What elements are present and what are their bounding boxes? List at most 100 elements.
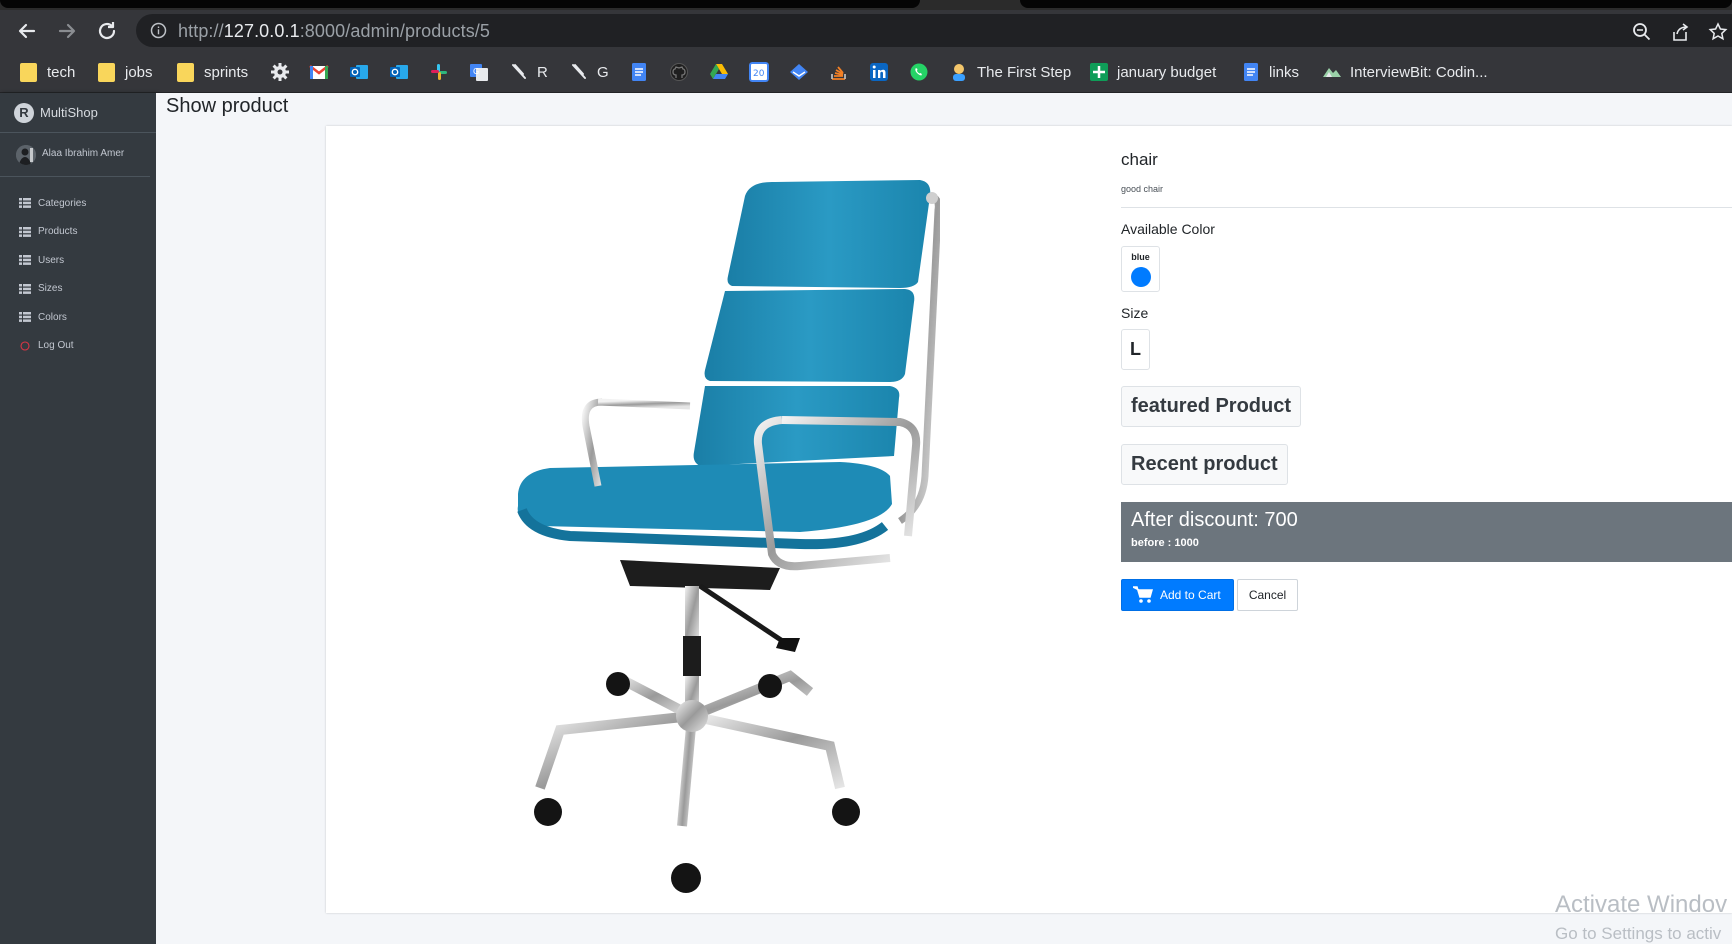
add-to-cart-label: Add to Cart: [1160, 588, 1221, 602]
admin-sidebar: R MultiShop Alaa Ibrahim Amer Categories…: [0, 93, 156, 944]
brand-name: MultiShop: [40, 105, 98, 120]
info-icon[interactable]: [150, 22, 167, 39]
zoom-icon[interactable]: [1632, 22, 1652, 42]
color-option[interactable]: blue: [1121, 246, 1160, 292]
bookmark-github[interactable]: [669, 60, 697, 84]
feather-icon: [512, 64, 526, 79]
sidebar-item-users[interactable]: Users: [0, 246, 156, 275]
gear-icon: [271, 63, 289, 81]
bookmark-january-budget[interactable]: january budget: [1089, 60, 1216, 84]
star-icon[interactable]: [1708, 22, 1728, 42]
color-name: blue: [1131, 252, 1150, 262]
bookmark-links[interactable]: links: [1241, 60, 1299, 84]
grid-icon: [19, 255, 31, 266]
sidebar-item-label: Products: [38, 226, 78, 238]
bookmark-classroom[interactable]: [789, 60, 817, 84]
sidebar-item-categories[interactable]: Categories: [0, 189, 156, 218]
page-title: Show product: [166, 95, 289, 117]
bookmark-drive[interactable]: [709, 60, 737, 84]
cart-icon: [1133, 586, 1153, 603]
grid-icon: [19, 312, 31, 323]
bookmark-slack[interactable]: [429, 60, 457, 84]
outlook-icon: [350, 65, 368, 79]
outlook-icon: [390, 65, 408, 79]
calendar-icon: 20: [749, 62, 769, 82]
svg-text:20: 20: [753, 69, 765, 79]
forward-arrow-icon[interactable]: [54, 18, 80, 44]
sheets-icon: [1090, 63, 1108, 81]
address-bar[interactable]: http://127.0.0.1:8000/admin/products/5: [136, 14, 1732, 47]
grid-icon: [19, 283, 31, 294]
docs-icon: [632, 63, 646, 81]
product-name: chair: [1121, 150, 1158, 169]
bookmark-translate[interactable]: G: [469, 60, 497, 84]
brand-link[interactable]: R MultiShop: [0, 93, 156, 133]
folder-icon: [20, 62, 37, 82]
product-image: [517, 180, 940, 893]
browser-toolbar: http://127.0.0.1:8000/admin/products/5: [0, 10, 1732, 51]
share-icon[interactable]: [1670, 22, 1690, 42]
folder-icon: [177, 62, 194, 82]
sidebar-item-logout[interactable]: Log Out: [0, 332, 156, 361]
svg-text:G: G: [473, 67, 479, 76]
available-color-label: Available Color: [1121, 221, 1215, 237]
browser-tab[interactable]: [1020, 0, 1732, 8]
product-description: good chair: [1121, 184, 1164, 194]
bookmark-settings[interactable]: [270, 60, 298, 84]
person-icon: [953, 64, 965, 81]
original-price: before : 1000: [1131, 537, 1199, 549]
grid-icon: [19, 198, 31, 209]
url-text[interactable]: http://127.0.0.1:8000/admin/products/5: [178, 21, 490, 42]
bookmark-r[interactable]: R: [509, 60, 548, 84]
docs-icon: [1244, 63, 1258, 81]
feather-icon: [572, 64, 586, 79]
size-label: Size: [1121, 305, 1149, 321]
bookmark-g[interactable]: G: [569, 60, 609, 84]
sidebar-item-label: Categories: [38, 197, 87, 209]
browser-tab[interactable]: [0, 0, 920, 8]
reload-icon[interactable]: [94, 18, 120, 44]
sidebar-item-sizes[interactable]: Sizes: [0, 275, 156, 304]
avatar: [16, 145, 36, 165]
linkedin-icon: [870, 63, 888, 81]
sidebar-item-products[interactable]: Products: [0, 218, 156, 247]
sidebar-item-label: Sizes: [38, 283, 63, 295]
size-option[interactable]: L: [1121, 329, 1150, 370]
bookmark-the-first-step[interactable]: The First Step: [949, 60, 1071, 84]
bookmark-tech[interactable]: tech: [20, 60, 75, 84]
gmail-icon: [309, 65, 329, 79]
bookmark-outlook-2[interactable]: [389, 60, 417, 84]
activation-watermark-title: Activate Windov: [1555, 891, 1728, 918]
bookmark-sprints[interactable]: sprints: [177, 60, 248, 84]
featured-product-badge: featured Product: [1121, 386, 1302, 427]
bookmark-jobs[interactable]: jobs: [98, 60, 153, 84]
sidebar-item-colors[interactable]: Colors: [0, 303, 156, 332]
add-to-cart-button[interactable]: Add to Cart: [1121, 579, 1234, 611]
user-panel[interactable]: Alaa Ibrahim Amer: [0, 133, 150, 177]
user-name: Alaa Ibrahim Amer: [42, 148, 125, 159]
folder-icon: [98, 62, 115, 82]
color-swatch: [1131, 267, 1151, 287]
interviewbit-icon: [1323, 68, 1341, 77]
power-icon: [20, 341, 30, 351]
slack-icon: [431, 64, 447, 80]
bookmark-outlook[interactable]: [349, 60, 377, 84]
bookmark-interviewbit[interactable]: InterviewBit: Codin...: [1322, 60, 1488, 84]
classroom-icon: [790, 64, 808, 80]
bookmark-whatsapp[interactable]: [909, 60, 937, 84]
divider: [1121, 207, 1732, 208]
translate-icon: G: [470, 64, 488, 81]
bookmark-stackoverflow[interactable]: [829, 60, 857, 84]
discount-price: After discount: 700: [1131, 509, 1298, 531]
bookmarks-bar: tech jobs sprints G R G 20 The First Ste…: [0, 51, 1732, 93]
bookmark-calendar[interactable]: 20: [749, 60, 777, 84]
github-icon: [670, 63, 688, 81]
bookmark-gmail[interactable]: [309, 60, 337, 84]
bookmark-linkedin[interactable]: [869, 60, 897, 84]
cancel-button[interactable]: Cancel: [1237, 579, 1298, 611]
sidebar-item-label: Log Out: [38, 340, 74, 352]
stackoverflow-icon: [831, 66, 846, 80]
price-panel: After discount: 700 before : 1000: [1121, 502, 1732, 562]
back-arrow-icon[interactable]: [14, 18, 40, 44]
bookmark-docs[interactable]: [629, 60, 657, 84]
